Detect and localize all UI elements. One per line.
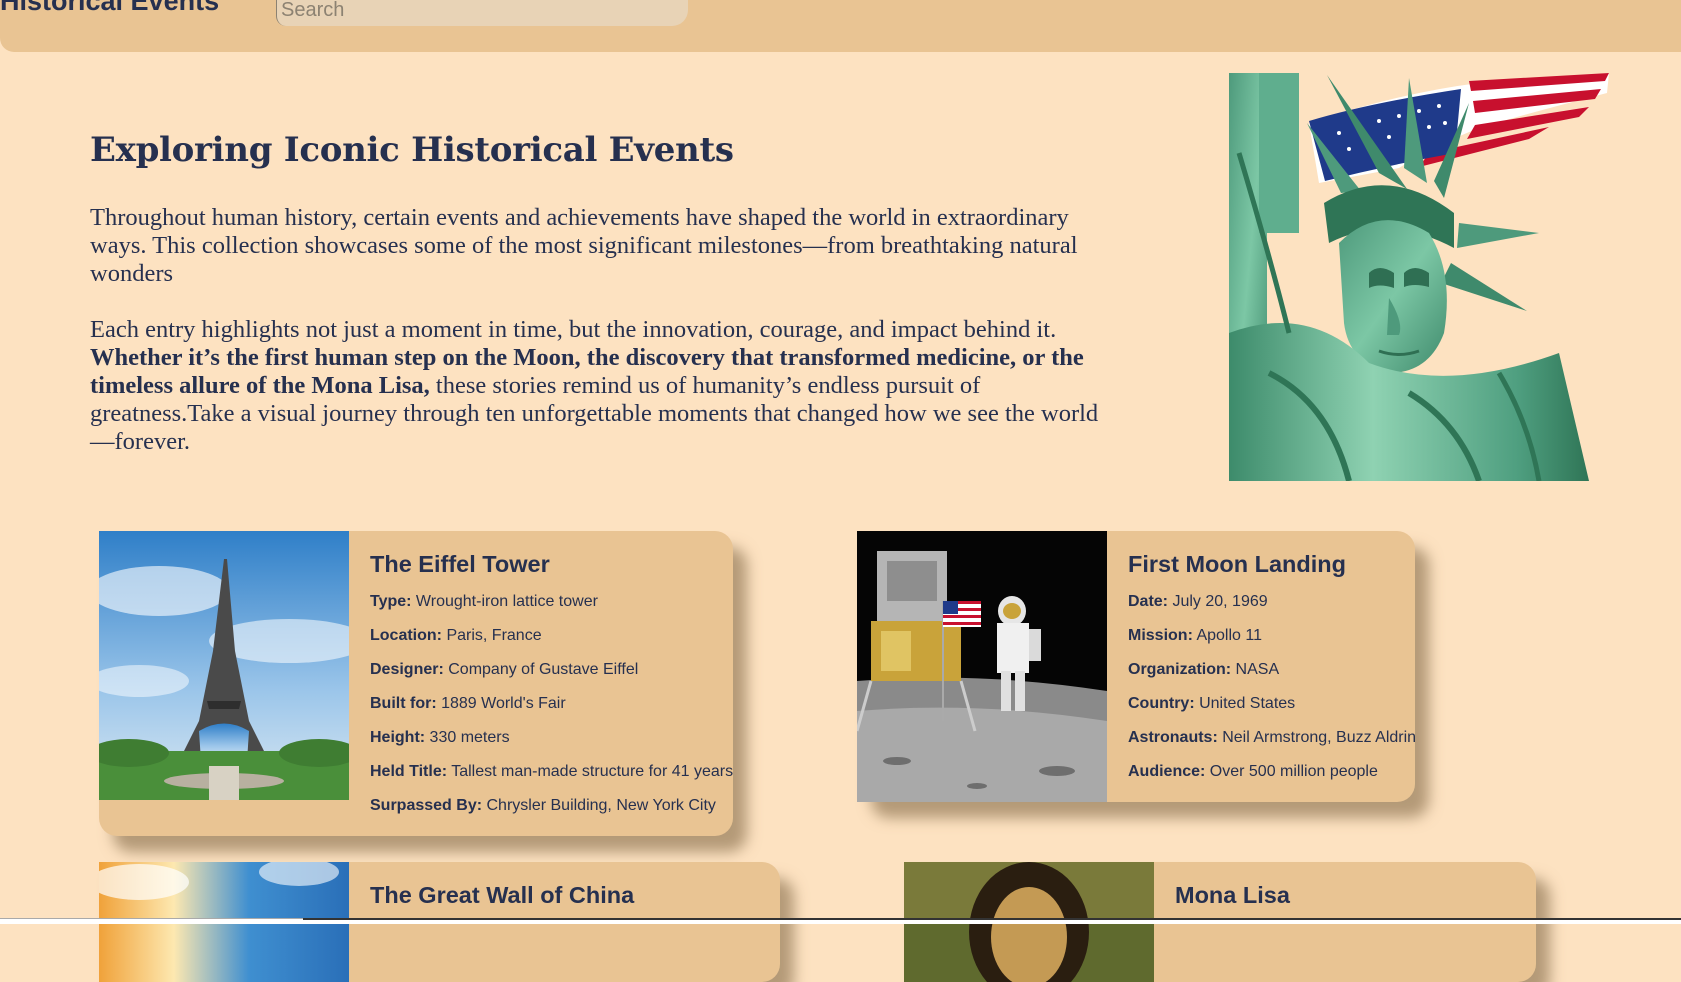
event-card-eiffel-tower[interactable]: The Eiffel Tower Type: Wrought-iron latt… bbox=[99, 531, 733, 836]
mona-lisa-details: Mona Lisa bbox=[1175, 882, 1290, 923]
intro-paragraph-2: Each entry highlights not just a moment … bbox=[90, 316, 1100, 456]
detail-row-height: Height: 330 meters bbox=[370, 729, 510, 746]
card-title[interactable]: Mona Lisa bbox=[1175, 882, 1290, 909]
detail-row-surpassed-by: Surpassed By: Chrysler Building, New Yor… bbox=[370, 797, 716, 814]
intro-section: Exploring Iconic Historical Events Throu… bbox=[90, 130, 1100, 484]
intro-paragraph-2-start: Each entry highlights not just a moment … bbox=[90, 316, 1057, 343]
site-brand[interactable]: Historical Events bbox=[0, 0, 219, 17]
statue-of-liberty-image bbox=[1229, 73, 1612, 481]
card-title[interactable]: The Eiffel Tower bbox=[370, 551, 733, 578]
eiffel-tower-details: The Eiffel Tower Type: Wrought-iron latt… bbox=[370, 551, 733, 830]
horizontal-scrollbar[interactable] bbox=[0, 918, 1681, 924]
moon-landing-details: First Moon Landing Date: July 20, 1969 M… bbox=[1128, 551, 1416, 796]
detail-row-date: Date: July 20, 1969 bbox=[1128, 593, 1268, 610]
detail-row-mission: Mission: Apollo 11 bbox=[1128, 627, 1262, 644]
event-card-moon-landing[interactable]: First Moon Landing Date: July 20, 1969 M… bbox=[857, 531, 1416, 802]
card-title[interactable]: The Great Wall of China bbox=[370, 882, 634, 909]
us-flag bbox=[943, 601, 981, 627]
detail-row-audience: Audience: Over 500 million people bbox=[1128, 763, 1378, 780]
detail-row-held-title: Held Title: Tallest man-made structure f… bbox=[370, 763, 734, 780]
detail-row-type: Type: Wrought-iron lattice tower bbox=[370, 593, 598, 610]
detail-row-location: Location: Paris, France bbox=[370, 627, 542, 644]
detail-row-organization: Organization: NASA bbox=[1128, 661, 1280, 678]
page-title: Exploring Iconic Historical Events bbox=[90, 130, 734, 170]
detail-row-country: Country: United States bbox=[1128, 695, 1296, 712]
detail-row-designer: Designer: Company of Gustave Eiffel bbox=[370, 661, 639, 678]
search-input[interactable] bbox=[276, 0, 688, 26]
detail-row-astronauts: Astronauts: Neil Armstrong, Buzz Aldrin bbox=[1128, 729, 1417, 746]
intro-paragraph-1: Throughout human history, certain events… bbox=[90, 204, 1078, 287]
moon-landing-image bbox=[857, 531, 1107, 802]
detail-row-built-for: Built for: 1889 World's Fair bbox=[370, 695, 566, 712]
great-wall-details: The Great Wall of China bbox=[370, 882, 634, 923]
card-title[interactable]: First Moon Landing bbox=[1128, 551, 1416, 578]
eiffel-tower-image bbox=[99, 531, 349, 800]
top-navbar: Historical Events bbox=[0, 0, 1681, 52]
